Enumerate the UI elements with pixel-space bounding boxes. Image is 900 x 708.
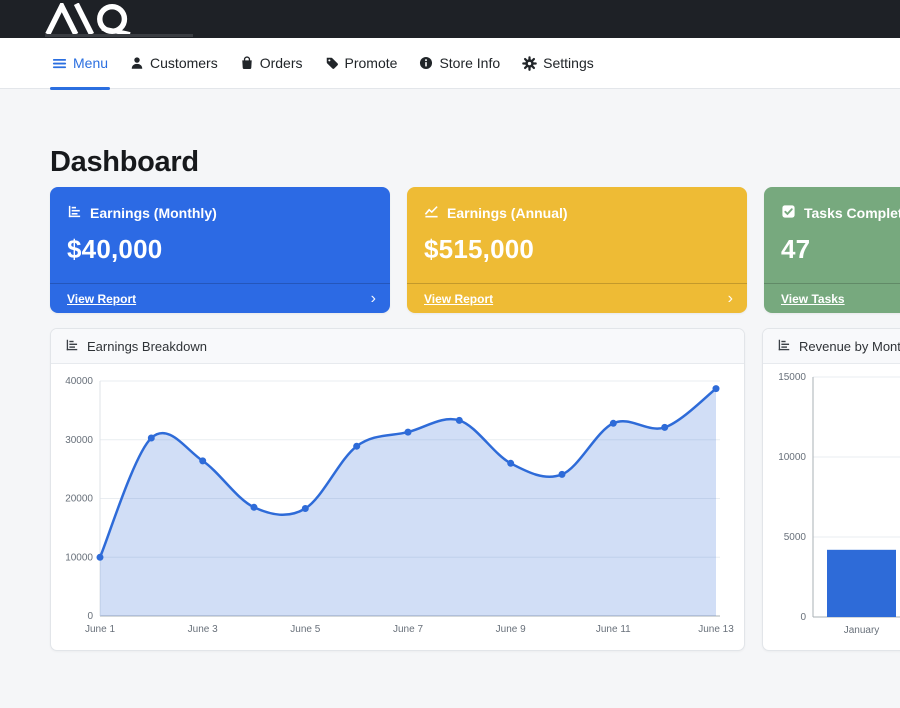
stat-card-title: Tasks Completed	[804, 205, 900, 221]
nav-label: Menu	[73, 55, 108, 71]
svg-text:15000: 15000	[778, 372, 806, 383]
stat-card-earnings-monthly: Earnings (Monthly) $40,000 View Report ›	[50, 187, 390, 313]
svg-text:June 3: June 3	[188, 624, 218, 635]
stat-cards-row: Earnings (Monthly) $40,000 View Report ›…	[50, 187, 900, 313]
gear-icon	[522, 56, 537, 71]
svg-text:10000: 10000	[778, 452, 806, 463]
stat-card-value: 47	[764, 222, 900, 265]
stat-card-earnings-annual: Earnings (Annual) $515,000 View Report ›	[407, 187, 747, 313]
earnings-breakdown-chart: 0 10000 20000 30000 40000 June 1 June 3 June 5 J…	[51, 364, 744, 651]
stat-card-tasks-completed: Tasks Completed 47 View Tasks ›	[764, 187, 900, 313]
view-report-link[interactable]: View Report ›	[50, 283, 390, 313]
svg-text:June 1: June 1	[85, 624, 115, 635]
info-icon	[419, 56, 433, 70]
nav-label: Settings	[543, 55, 594, 71]
nav-item-orders[interactable]: Orders	[240, 38, 303, 88]
svg-text:June 5: June 5	[290, 624, 320, 635]
main-content: Dashboard Earnings (Monthly) $40,000 Vie…	[0, 89, 900, 708]
charts-row: Earnings Breakdown 0 10000 20000 30000 40000…	[50, 328, 900, 651]
dashboard-app: { "brand": { "logo_text": "MQ" }, "color…	[0, 0, 900, 708]
revenue-by-month-card: Revenue by Month 0 5000 10000 15000 January	[762, 328, 900, 651]
check-square-icon	[781, 204, 796, 222]
svg-text:June 13: June 13	[698, 624, 734, 635]
nav-item-menu[interactable]: Menu	[52, 38, 108, 88]
svg-text:0: 0	[87, 611, 93, 622]
bar-chart-icon	[65, 338, 79, 355]
nav-label: Orders	[260, 55, 303, 71]
svg-text:20000: 20000	[65, 494, 93, 505]
shopping-bag-icon	[240, 56, 254, 70]
stat-card-title: Earnings (Annual)	[447, 205, 568, 221]
logo-underline	[45, 34, 193, 37]
topbar	[0, 0, 900, 38]
stat-card-value: $40,000	[50, 222, 390, 265]
chart-header: Earnings Breakdown	[51, 329, 744, 364]
view-report-link[interactable]: View Report ›	[407, 283, 747, 313]
page-title: Dashboard	[50, 146, 900, 179]
stat-card-value: $515,000	[407, 222, 747, 265]
svg-text:June 11: June 11	[596, 624, 631, 635]
svg-text:5000: 5000	[784, 532, 807, 543]
chart-header: Revenue by Month	[763, 329, 900, 364]
chevron-right-icon: ›	[728, 291, 733, 307]
svg-text:30000: 30000	[65, 435, 93, 446]
svg-text:June 9: June 9	[496, 624, 526, 635]
nav-item-store-info[interactable]: Store Info	[419, 38, 500, 88]
stat-card-title: Earnings (Monthly)	[90, 205, 217, 221]
logo-lambda-stroke	[49, 6, 75, 32]
revenue-by-month-chart: 0 5000 10000 15000 January	[763, 364, 900, 651]
earnings-breakdown-card: Earnings Breakdown 0 10000 20000 30000 40000…	[50, 328, 745, 651]
nav-item-settings[interactable]: Settings	[522, 38, 594, 88]
svg-text:40000: 40000	[65, 376, 93, 387]
chart-title: Revenue by Month	[799, 339, 900, 354]
nav-item-customers[interactable]: Customers	[130, 38, 218, 88]
nav-label: Customers	[150, 55, 218, 71]
chevron-right-icon: ›	[371, 291, 376, 307]
chart-title: Earnings Breakdown	[87, 339, 207, 354]
svg-text:January: January	[844, 625, 880, 636]
svg-text:0: 0	[800, 612, 806, 623]
bar-chart-icon	[777, 338, 791, 355]
tag-icon	[325, 56, 339, 70]
svg-text:10000: 10000	[65, 552, 93, 563]
bar-chart-icon	[67, 204, 82, 222]
nav-label: Promote	[345, 55, 398, 71]
svg-text:June 7: June 7	[393, 624, 423, 635]
main-nav: Menu Customers Orders Promote Store Info	[0, 38, 900, 89]
line-chart-icon	[424, 204, 439, 222]
person-icon	[130, 56, 144, 70]
nav-item-promote[interactable]: Promote	[325, 38, 398, 88]
nav-label: Store Info	[439, 55, 500, 71]
brand-logo[interactable]	[45, 3, 193, 35]
hamburger-icon	[52, 56, 67, 71]
view-tasks-link[interactable]: View Tasks ›	[764, 283, 900, 313]
